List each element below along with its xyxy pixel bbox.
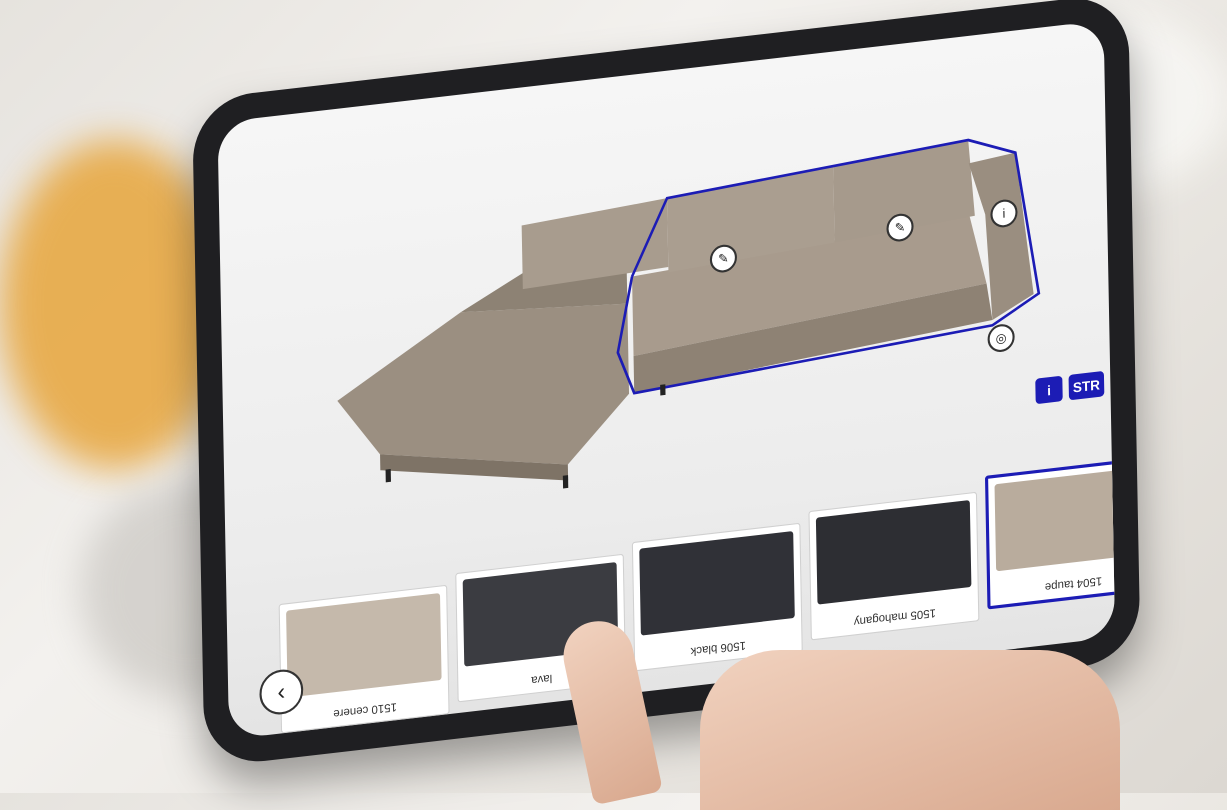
swatch-item[interactable]: 1504 taupe [984, 456, 1116, 610]
swatch-texture [994, 466, 1116, 572]
swatch-item[interactable]: 1505 mahogany [808, 491, 980, 641]
chevron-icon: ‹ [277, 677, 286, 706]
holding-hand [700, 650, 1120, 810]
info-button[interactable]: i [1035, 375, 1063, 405]
swatch-texture [639, 530, 795, 636]
swatch-item[interactable]: 1510 cenere [278, 584, 450, 734]
swatch-label: 1504 taupe [1044, 573, 1103, 594]
swatch-texture [815, 499, 972, 605]
swatch-label: 1505 mahogany [853, 605, 937, 629]
str-button[interactable]: STR [1068, 370, 1105, 401]
swatch-label: 1510 cenere [333, 699, 397, 721]
configurator-screen: ✎ ✎ i ◎ STR i ⚲ ✕ 1504 taupe 1505 mahoga… [217, 20, 1116, 740]
swatch-texture [286, 592, 442, 698]
